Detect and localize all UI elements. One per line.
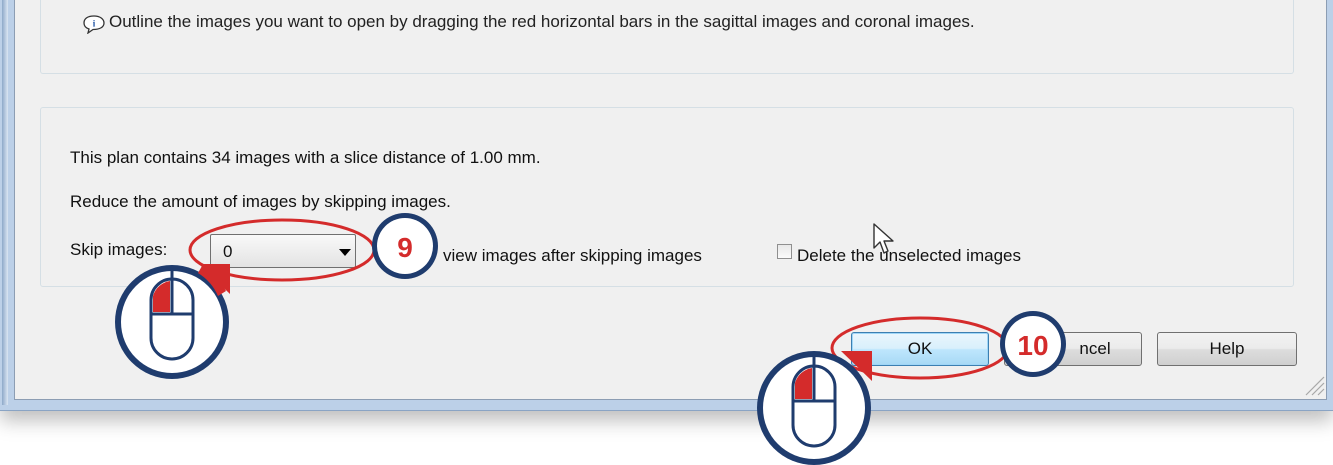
dialog-window: i Outline the images you want to open by… bbox=[0, 0, 1333, 411]
ok-button[interactable]: OK bbox=[851, 332, 989, 366]
delete-unselected-label[interactable]: Delete the unselected images bbox=[797, 246, 1021, 266]
skip-images-label: Skip images: bbox=[70, 240, 168, 259]
delete-unselected-checkbox[interactable] bbox=[777, 244, 792, 259]
plan-summary: This plan contains 34 images with a slic… bbox=[70, 148, 541, 167]
resize-grip-icon[interactable] bbox=[1303, 374, 1325, 396]
help-button[interactable]: Help bbox=[1157, 332, 1297, 366]
preview-label: view images after skipping images bbox=[443, 246, 702, 265]
cancel-button[interactable]: ncel bbox=[1004, 332, 1142, 366]
window-frame-edge bbox=[2, 0, 8, 405]
info-speech-bubble-icon: i bbox=[83, 15, 105, 34]
info-text: Outline the images you want to open by d… bbox=[109, 12, 975, 31]
skip-images-dropdown[interactable]: 0 bbox=[210, 234, 356, 268]
reduce-text: Reduce the amount of images by skipping … bbox=[70, 192, 451, 211]
arrow-cursor-icon bbox=[873, 223, 894, 254]
chevron-down-icon[interactable] bbox=[339, 249, 351, 256]
skip-images-value: 0 bbox=[223, 242, 233, 261]
cancel-button-label: ncel bbox=[1079, 339, 1111, 358]
